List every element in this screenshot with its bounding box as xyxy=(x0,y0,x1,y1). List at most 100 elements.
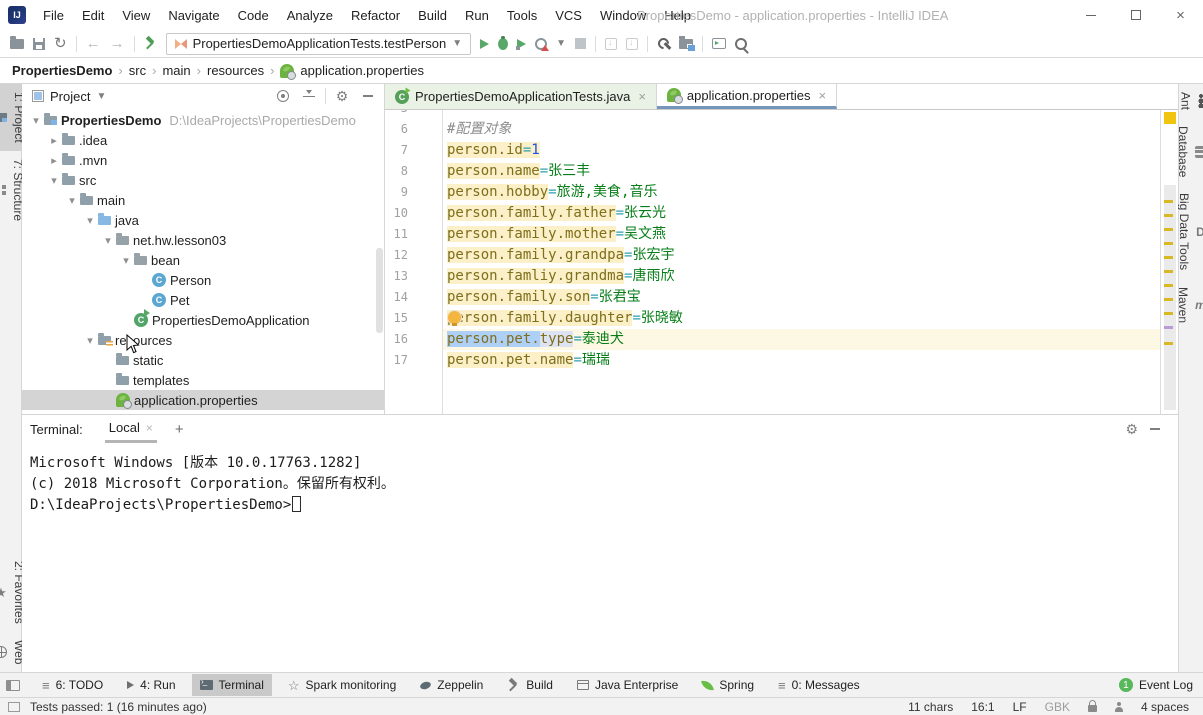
tests-passed-status[interactable]: Tests passed: 1 (16 minutes ago) xyxy=(30,700,207,714)
menu-item-vcs[interactable]: VCS xyxy=(546,0,591,30)
warning-mark[interactable] xyxy=(1164,256,1173,259)
tree-expand-arrow[interactable]: ▸ xyxy=(46,154,62,167)
breadcrumb-item[interactable]: src xyxy=(129,63,146,78)
info-mark[interactable] xyxy=(1164,326,1173,329)
code-line-13[interactable]: person.famliy.grandma=唐雨欣 xyxy=(443,266,1160,287)
profiler-button[interactable] xyxy=(535,38,547,50)
settings-wrench-icon[interactable] xyxy=(657,37,670,50)
menu-item-tools[interactable]: Tools xyxy=(498,0,546,30)
lock-icon[interactable] xyxy=(1088,705,1097,712)
run-configuration-select[interactable]: PropertiesDemoApplicationTests.testPerso… xyxy=(166,33,472,55)
run-anything-icon[interactable] xyxy=(712,38,726,49)
close-icon[interactable]: × xyxy=(819,88,827,103)
close-button[interactable]: × xyxy=(1158,0,1203,30)
coverage-button[interactable] xyxy=(517,39,526,49)
status-window-icon[interactable] xyxy=(8,702,20,712)
warning-mark[interactable] xyxy=(1164,228,1173,231)
warning-mark[interactable] xyxy=(1164,284,1173,287)
code-line-9[interactable]: person.hobby=旅游,美食,音乐 xyxy=(443,182,1160,203)
terminal-output[interactable]: Microsoft Windows [版本 10.0.17763.1282](c… xyxy=(22,443,1178,672)
status-widget[interactable]: 4 spaces xyxy=(1141,700,1189,714)
close-icon[interactable]: × xyxy=(638,89,646,104)
forward-icon[interactable]: → xyxy=(110,36,125,51)
tree-row-templates[interactable]: templates xyxy=(22,370,384,390)
tree-expand-arrow[interactable]: ▾ xyxy=(100,234,116,247)
tree-row-src[interactable]: ▾src xyxy=(22,170,384,190)
close-icon[interactable]: × xyxy=(146,421,153,435)
tool-window-button-build[interactable]: Build xyxy=(499,674,561,696)
code-line-14[interactable]: person.family.son=张君宝 xyxy=(443,287,1160,308)
warning-mark[interactable] xyxy=(1164,270,1173,273)
tree-row--mvn[interactable]: ▸.mvn xyxy=(22,150,384,170)
tree-scrollbar[interactable] xyxy=(376,248,383,333)
tree-row-application-properties[interactable]: application.properties xyxy=(22,390,384,410)
tree-expand-arrow[interactable]: ▾ xyxy=(82,334,98,347)
menu-item-build[interactable]: Build xyxy=(409,0,456,30)
tool-window-button-6-todo[interactable]: ≡6: TODO xyxy=(34,674,111,696)
tool-window-button-spring[interactable]: Spring xyxy=(694,674,762,696)
stripe-item-ant[interactable]: Ant xyxy=(1179,84,1203,118)
tree-expand-arrow[interactable]: ▾ xyxy=(118,254,134,267)
warning-mark[interactable] xyxy=(1164,200,1173,203)
menu-item-run[interactable]: Run xyxy=(456,0,498,30)
terminal-tab-local[interactable]: Local × xyxy=(105,415,157,443)
tool-window-button-0-messages[interactable]: ≡0: Messages xyxy=(770,674,868,696)
tree-row--idea[interactable]: ▸.idea xyxy=(22,130,384,150)
hide-terminal-button[interactable] xyxy=(1142,428,1168,430)
tree-expand-arrow[interactable]: ▾ xyxy=(46,174,62,187)
code-line-8[interactable]: person.name=张三丰 xyxy=(443,161,1160,182)
code-line-15[interactable]: person.family.daughter=张晓敏 xyxy=(443,308,1160,329)
hide-panel-button[interactable] xyxy=(358,95,378,97)
tree-row-pet[interactable]: Pet xyxy=(22,290,384,310)
project-view-selector[interactable]: Project ▼ xyxy=(32,89,106,104)
code-line-12[interactable]: person.family.grandpa=张宏宇 xyxy=(443,245,1160,266)
tool-window-button-java-enterprise[interactable]: Java Enterprise xyxy=(569,674,686,696)
tree-expand-arrow[interactable]: ▸ xyxy=(46,134,62,147)
stripe-item-big-data-tools[interactable]: DBig Data Tools xyxy=(1177,185,1203,278)
profiler-dropdown-icon[interactable]: ▼ xyxy=(556,38,566,49)
tree-row-resources[interactable]: ▾resources xyxy=(22,330,384,350)
status-widget[interactable]: 16:1 xyxy=(971,700,994,714)
editor-code[interactable]: #配置对象person.id=1person.name=张三丰person.ho… xyxy=(443,110,1160,414)
tree-row-main[interactable]: ▾main xyxy=(22,190,384,210)
warning-mark[interactable] xyxy=(1164,312,1173,315)
status-widget[interactable]: 11 chars xyxy=(908,700,953,714)
save-icon[interactable] xyxy=(33,38,45,50)
tool-window-switcher-icon[interactable] xyxy=(6,680,20,691)
tree-expand-arrow[interactable]: ▾ xyxy=(64,194,80,207)
tree-row-propertiesdemoapplication[interactable]: PropertiesDemoApplication xyxy=(22,310,384,330)
warning-mark[interactable] xyxy=(1164,242,1173,245)
status-widget[interactable]: LF xyxy=(1013,700,1027,714)
editor-tab-application-properties[interactable]: application.properties× xyxy=(657,84,837,109)
run-button[interactable] xyxy=(480,39,489,49)
back-icon[interactable]: ← xyxy=(86,36,101,51)
breadcrumb-item[interactable]: application.properties xyxy=(300,63,424,78)
intention-bulb-icon[interactable] xyxy=(448,311,461,324)
menu-item-file[interactable]: File xyxy=(34,0,73,30)
sync-icon[interactable]: ↻ xyxy=(54,36,67,51)
status-widget[interactable]: GBK xyxy=(1045,700,1070,714)
tool-window-button-spark-monitoring[interactable]: ☆Spark monitoring xyxy=(280,674,404,696)
inspection-indicator[interactable] xyxy=(1164,112,1176,124)
menu-item-edit[interactable]: Edit xyxy=(73,0,113,30)
locate-file-button[interactable] xyxy=(273,90,293,102)
menu-item-navigate[interactable]: Navigate xyxy=(159,0,228,30)
menu-item-refactor[interactable]: Refactor xyxy=(342,0,409,30)
project-structure-icon[interactable] xyxy=(679,39,693,49)
code-line-6[interactable]: #配置对象 xyxy=(443,119,1160,140)
stripe-item-maven[interactable]: mMaven xyxy=(1176,279,1203,331)
maximize-button[interactable] xyxy=(1113,0,1158,30)
terminal-settings-icon[interactable]: ⚙ xyxy=(1125,422,1138,436)
minimize-button[interactable] xyxy=(1068,0,1113,30)
menu-item-view[interactable]: View xyxy=(113,0,159,30)
warning-mark[interactable] xyxy=(1164,214,1173,217)
tree-row-bean[interactable]: ▾bean xyxy=(22,250,384,270)
code-line-7[interactable]: person.id=1 xyxy=(443,140,1160,161)
code-line-16[interactable]: person.pet.type=泰迪犬 xyxy=(443,329,1160,350)
user-icon[interactable] xyxy=(1115,704,1123,712)
tree-row-net-hw-lesson03[interactable]: ▾net.hw.lesson03 xyxy=(22,230,384,250)
new-terminal-button[interactable]: + xyxy=(175,421,184,438)
debug-button[interactable] xyxy=(498,38,508,50)
menu-item-analyze[interactable]: Analyze xyxy=(278,0,342,30)
code-line-17[interactable]: person.pet.name=瑞瑞 xyxy=(443,350,1160,371)
